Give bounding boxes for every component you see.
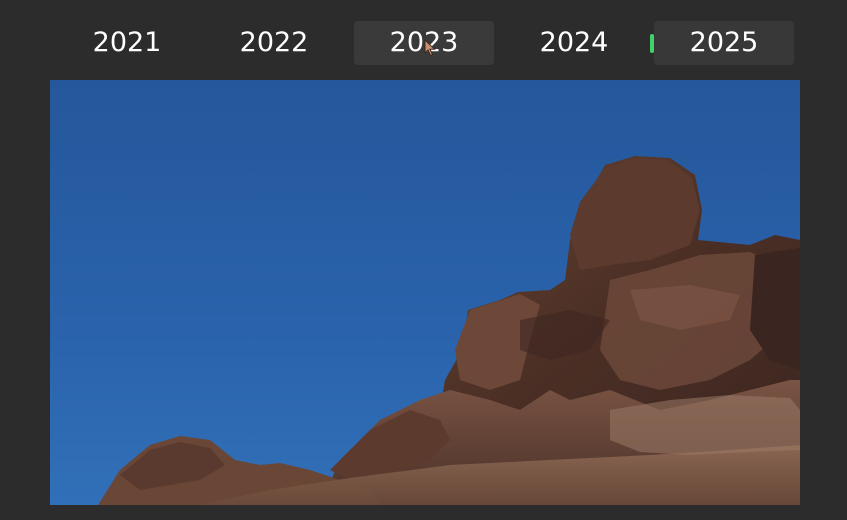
year-gallery-app: 2021 2022 2023 2024 2025 xyxy=(0,0,847,520)
tab-2022[interactable]: 2022 xyxy=(204,21,344,65)
rock-formation-photo xyxy=(50,80,800,505)
tab-label: 2025 xyxy=(689,27,759,58)
tab-2021[interactable]: 2021 xyxy=(57,21,197,65)
featured-photo xyxy=(50,80,800,505)
tab-label: 2021 xyxy=(92,27,162,58)
tab-label: 2022 xyxy=(239,27,309,58)
arrow-cursor-icon xyxy=(424,38,436,57)
tab-2024[interactable]: 2024 xyxy=(504,21,644,65)
selection-indicator xyxy=(650,34,654,53)
tab-2025[interactable]: 2025 xyxy=(650,21,794,65)
tab-label: 2024 xyxy=(539,27,609,58)
